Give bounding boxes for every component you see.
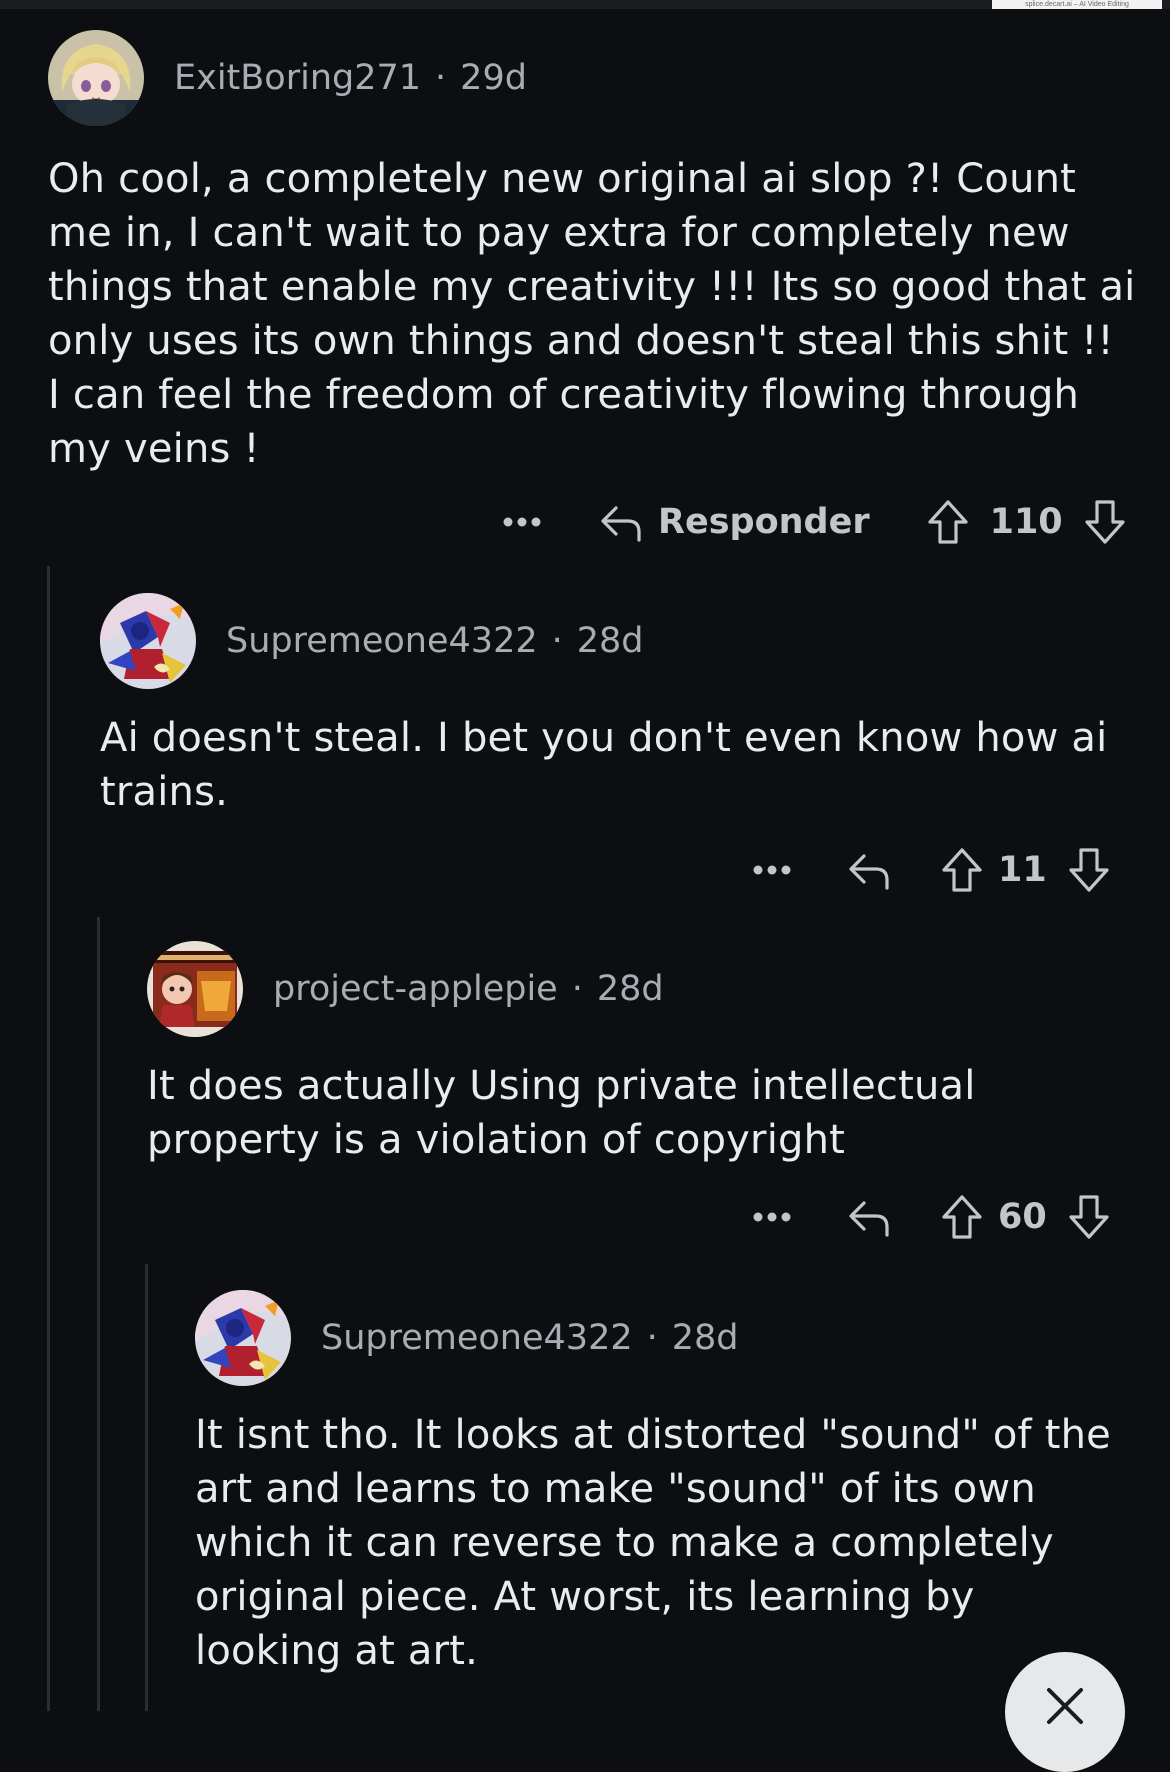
avatar[interactable]: [147, 941, 243, 1037]
comment-text-line: me in, I can't wait to pay extra for com…: [48, 210, 1070, 256]
upvote-icon: [942, 1195, 982, 1239]
upvote-icon: [927, 500, 968, 544]
comment-text-line: only uses its own things and doesn't ste…: [48, 318, 1114, 364]
separator-dot: ·: [551, 621, 563, 661]
vote-count: 11: [998, 850, 1047, 890]
comment-text-line: Ai doesn't steal. I bet you don't even k…: [100, 715, 1108, 761]
comment-header: project-applepie · 28d: [147, 941, 664, 1037]
reply-icon: [849, 1201, 889, 1237]
comment-text-line: trains.: [100, 769, 229, 815]
comment-text-line: original piece. At worst, its learning b…: [195, 1574, 975, 1620]
comment-text-line: looking at art.: [195, 1628, 479, 1674]
anime-girl-avatar-icon: [48, 30, 144, 126]
upvote-button[interactable]: [926, 498, 970, 546]
comment-body: It does actually Using private intellect…: [147, 1059, 1147, 1167]
comment-text-line: art and learns to make "sound" of its ow…: [195, 1466, 1036, 1512]
timestamp: 28d: [596, 969, 664, 1009]
comment-actions: 11: [752, 840, 1111, 900]
separator-dot: ·: [646, 1318, 658, 1358]
comment-text-line: which it can reverse to make a completel…: [195, 1520, 1054, 1566]
comment-header: Supremeone4322 · 28d: [100, 593, 644, 689]
comment-meta: project-applepie · 28d: [273, 969, 664, 1009]
separator-dot: ·: [435, 58, 447, 98]
close-button[interactable]: [1005, 1652, 1125, 1772]
comment-header: ExitBoring271 · 29d: [48, 30, 527, 126]
more-options-icon: [753, 865, 791, 875]
avatar[interactable]: [48, 30, 144, 126]
reply-icon: [849, 854, 889, 890]
comment-actions: 60: [752, 1187, 1111, 1247]
comment-header: Supremeone4322 · 28d: [195, 1290, 739, 1386]
comment-meta: Supremeone4322 · 28d: [226, 621, 644, 661]
upvote-button[interactable]: [940, 846, 984, 894]
comment-meta: Supremeone4322 · 28d: [321, 1318, 739, 1358]
close-icon: [1047, 1688, 1083, 1724]
comment-meta: ExitBoring271 · 29d: [174, 58, 527, 98]
timestamp: 29d: [460, 58, 527, 98]
comment-body: Oh cool, a completely new original ai sl…: [48, 152, 1138, 476]
watermark: splice.decart.ai – AI Video Editing: [992, 0, 1162, 9]
reply-button[interactable]: [846, 1195, 892, 1239]
reply-button[interactable]: Responder: [598, 500, 870, 544]
more-options-button[interactable]: [752, 1211, 800, 1223]
comment-body: Ai doesn't steal. I bet you don't even k…: [100, 711, 1140, 819]
thread-line[interactable]: [97, 917, 100, 1711]
separator-dot: ·: [571, 969, 583, 1009]
more-options-button[interactable]: [502, 516, 550, 528]
downvote-button[interactable]: [1083, 498, 1127, 546]
comment-text-line: I can feel the freedom of creativity flo…: [48, 372, 1080, 418]
upvote-button[interactable]: [940, 1193, 984, 1241]
comment-text-line: things that enable my creativity !!! Its…: [48, 264, 1136, 310]
comment-text-line: Oh cool, a completely new original ai sl…: [48, 156, 1077, 202]
robot-hero-avatar-icon: [195, 1290, 291, 1386]
username[interactable]: project-applepie: [273, 969, 558, 1009]
character-poster-avatar-icon: [147, 941, 243, 1037]
timestamp: 28d: [576, 621, 644, 661]
downvote-icon: [1085, 500, 1125, 544]
comment-text-line: It does actually Using private intellect…: [147, 1063, 976, 1109]
downvote-icon: [1069, 848, 1109, 892]
downvote-button[interactable]: [1067, 846, 1111, 894]
thread-line[interactable]: [47, 566, 50, 1711]
downvote-icon: [1069, 1195, 1109, 1239]
username[interactable]: Supremeone4322: [321, 1318, 633, 1358]
comment-actions: Responder 110: [502, 492, 1127, 552]
thread-line[interactable]: [145, 1264, 148, 1711]
more-options-icon: [753, 1212, 791, 1222]
comment-text-line: It isnt tho. It looks at distorted "soun…: [195, 1412, 1111, 1458]
reply-label: Responder: [658, 502, 870, 542]
robot-hero-avatar-icon: [100, 593, 196, 689]
downvote-button[interactable]: [1067, 1193, 1111, 1241]
avatar[interactable]: [195, 1290, 291, 1386]
username[interactable]: ExitBoring271: [174, 58, 421, 98]
more-options-button[interactable]: [752, 864, 800, 876]
reply-button[interactable]: [846, 848, 892, 892]
upvote-icon: [942, 848, 982, 892]
comment-body: It isnt tho. It looks at distorted "soun…: [195, 1408, 1155, 1678]
timestamp: 28d: [671, 1318, 739, 1358]
vote-count: 110: [989, 502, 1063, 542]
username[interactable]: Supremeone4322: [226, 621, 538, 661]
vote-count: 60: [998, 1197, 1047, 1237]
comment-text-line: my veins !: [48, 426, 260, 472]
reply-icon: [601, 506, 641, 542]
comment-text-line: property is a violation of copyright: [147, 1117, 846, 1163]
avatar[interactable]: [100, 593, 196, 689]
more-options-icon: [503, 517, 541, 527]
